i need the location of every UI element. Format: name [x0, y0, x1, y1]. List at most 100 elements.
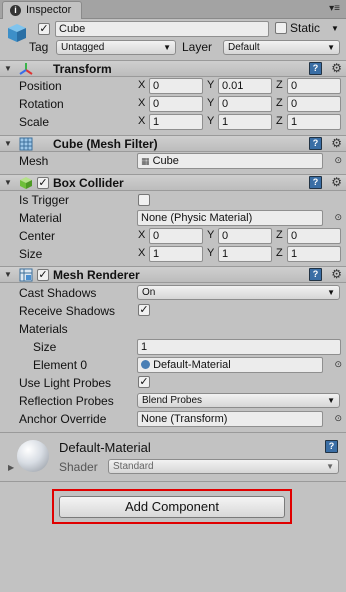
- help-icon[interactable]: ?: [325, 440, 338, 453]
- help-icon[interactable]: ?: [309, 176, 322, 189]
- object-picker-icon[interactable]: ⊙: [334, 413, 342, 424]
- mesh-filter-icon: [19, 137, 33, 151]
- x-axis-label: X: [138, 97, 146, 109]
- materials-foldout-label[interactable]: Materials: [19, 322, 68, 336]
- tab-inspector-label: Inspector: [26, 4, 72, 16]
- material-foldout-arrow-icon[interactable]: ▶: [8, 463, 14, 472]
- mesh-field-value: Cube: [152, 155, 179, 167]
- receive-shadows-checkbox[interactable]: ✓: [138, 304, 150, 316]
- tag-label: Tag: [29, 40, 49, 54]
- cast-shadows-label: Cast Shadows: [19, 286, 97, 300]
- material-preview-sphere[interactable]: [17, 440, 49, 472]
- is-trigger-checkbox[interactable]: [138, 194, 150, 206]
- foldout-arrow-icon[interactable]: ▼: [4, 178, 12, 187]
- position-x-field[interactable]: 0: [149, 78, 203, 94]
- gear-icon[interactable]: ⚙: [331, 61, 342, 75]
- gear-icon[interactable]: ⚙: [331, 136, 342, 150]
- gear-icon[interactable]: ⚙: [331, 267, 342, 281]
- mesh-renderer-icon: [19, 268, 33, 282]
- gear-icon[interactable]: ⚙: [331, 175, 342, 189]
- mesh-field[interactable]: ▦ Cube: [137, 153, 323, 169]
- chevron-down-icon: ▼: [326, 462, 334, 471]
- static-checkbox[interactable]: [275, 22, 287, 34]
- x-axis-label: X: [138, 79, 146, 91]
- object-picker-icon[interactable]: ⊙: [334, 212, 342, 223]
- mesh-renderer-header[interactable]: ▼ ✓ Mesh Renderer ? ⚙: [0, 266, 346, 283]
- is-trigger-label: Is Trigger: [19, 193, 70, 207]
- z-axis-label: Z: [276, 79, 283, 91]
- layer-dropdown[interactable]: Default ▼: [223, 40, 340, 55]
- rotation-x-field[interactable]: 0: [149, 96, 203, 112]
- shader-value: Standard: [113, 461, 154, 472]
- light-probes-checkbox[interactable]: ✓: [138, 376, 150, 388]
- center-z-field[interactable]: 0: [287, 228, 341, 244]
- box-collider-header[interactable]: ▼ ✓ Box Collider ? ⚙: [0, 174, 346, 191]
- help-icon[interactable]: ?: [309, 137, 322, 150]
- receive-shadows-label: Receive Shadows: [19, 304, 116, 318]
- z-axis-label: Z: [276, 247, 283, 259]
- scale-y-field[interactable]: 1: [218, 114, 272, 130]
- reflection-probes-dropdown[interactable]: Blend Probes ▼: [137, 393, 340, 408]
- scale-x-field[interactable]: 1: [149, 114, 203, 130]
- reflection-probes-value: Blend Probes: [142, 395, 203, 406]
- object-picker-icon[interactable]: ⊙: [334, 359, 342, 370]
- mesh-label: Mesh: [19, 154, 49, 168]
- rotation-z-field[interactable]: 0: [287, 96, 341, 112]
- foldout-arrow-icon[interactable]: ▼: [4, 270, 12, 279]
- anchor-override-field[interactable]: None (Transform): [137, 411, 323, 427]
- object-name-input[interactable]: Cube: [55, 21, 269, 37]
- mesh-filter-title: Cube (Mesh Filter): [53, 137, 158, 151]
- shader-dropdown[interactable]: Standard ▼: [108, 459, 339, 474]
- mesh-filter-header[interactable]: ▼ Cube (Mesh Filter) ? ⚙: [0, 135, 346, 152]
- element0-field[interactable]: Default-Material: [137, 357, 323, 373]
- collider-material-field[interactable]: None (Physic Material): [137, 210, 323, 226]
- layer-dropdown-value: Default: [228, 42, 260, 53]
- materials-size-field[interactable]: 1: [137, 339, 341, 355]
- y-axis-label: Y: [207, 229, 215, 241]
- rotation-y-field[interactable]: 0: [218, 96, 272, 112]
- object-active-checkbox[interactable]: ✓: [38, 23, 50, 35]
- z-axis-label: Z: [276, 97, 283, 109]
- tab-menu-icon[interactable]: ▾≡: [329, 3, 340, 14]
- light-probes-label: Use Light Probes: [19, 376, 112, 390]
- z-axis-label: Z: [276, 115, 283, 127]
- element0-label: Element 0: [33, 358, 88, 372]
- scale-z-field[interactable]: 1: [287, 114, 341, 130]
- help-icon[interactable]: ?: [309, 62, 322, 75]
- static-dropdown-arrow[interactable]: ▼: [331, 24, 339, 33]
- collider-material-label: Material: [19, 211, 62, 225]
- center-x-field[interactable]: 0: [149, 228, 203, 244]
- position-label: Position: [19, 79, 62, 93]
- size-y-field[interactable]: 1: [218, 246, 272, 262]
- chevron-down-icon: ▼: [327, 288, 335, 297]
- size-x-field[interactable]: 1: [149, 246, 203, 262]
- anchor-override-label: Anchor Override: [19, 412, 107, 426]
- position-z-field[interactable]: 0: [287, 78, 341, 94]
- tab-inspector[interactable]: i Inspector: [2, 1, 82, 19]
- transform-header[interactable]: ▼ Transform ? ⚙: [0, 60, 346, 77]
- foldout-arrow-icon[interactable]: ▼: [4, 139, 12, 148]
- x-axis-label: X: [138, 229, 146, 241]
- tag-dropdown[interactable]: Untagged ▼: [56, 40, 176, 55]
- y-axis-label: Y: [207, 79, 215, 91]
- center-y-field[interactable]: 0: [218, 228, 272, 244]
- foldout-arrow-icon[interactable]: ▼: [4, 64, 12, 73]
- size-z-field[interactable]: 1: [287, 246, 341, 262]
- object-picker-icon[interactable]: ⊙: [334, 155, 342, 166]
- position-y-field[interactable]: 0.01: [218, 78, 272, 94]
- layer-label: Layer: [182, 40, 213, 54]
- element0-value: Default-Material: [153, 359, 231, 371]
- box-collider-enabled-checkbox[interactable]: ✓: [37, 177, 49, 189]
- help-icon[interactable]: ?: [309, 268, 322, 281]
- x-axis-label: X: [138, 115, 146, 127]
- cast-shadows-dropdown[interactable]: On ▼: [137, 285, 340, 300]
- transform-title: Transform: [53, 62, 112, 76]
- divider: [0, 432, 346, 433]
- y-axis-label: Y: [207, 97, 215, 109]
- rotation-label: Rotation: [19, 97, 64, 111]
- center-label: Center: [19, 229, 56, 243]
- mesh-renderer-enabled-checkbox[interactable]: ✓: [37, 269, 49, 281]
- add-component-button[interactable]: Add Component: [59, 496, 285, 518]
- transform-icon: [19, 62, 33, 76]
- reflection-probes-label: Reflection Probes: [19, 394, 114, 408]
